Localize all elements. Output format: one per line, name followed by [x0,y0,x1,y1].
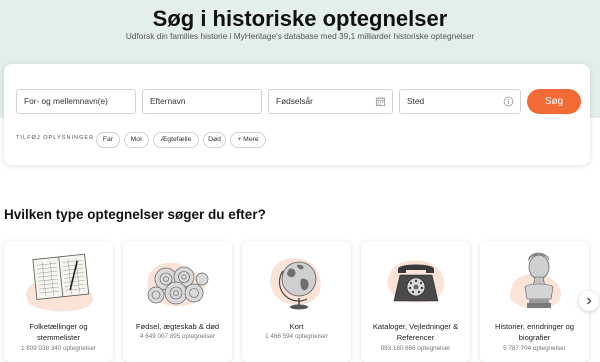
category-name: Folketællinger og stemmelister [29,322,88,342]
page-title: Søg i historiske optegnelser [152,6,448,31]
search-form: For- og mellemnavn(e) Efternavn Fødselså… [4,64,590,165]
category-card-birth-marriage-death[interactable]: Fødsel, ægteskab & død 4 649 007 895 opt… [123,241,232,362]
chip-father[interactable]: Far [96,132,120,148]
category-name: Historier, erindringer og biografier [495,322,574,342]
telephone-icon [387,260,445,303]
place-field[interactable]: Sted [399,89,521,114]
chevron-right-icon [587,297,592,305]
chip-death[interactable]: Død [203,132,226,148]
category-count: 1 466 594 optegnelser [265,333,328,340]
category-card-maps[interactable]: Kort 1 466 594 optegnelser [242,241,351,362]
bust-statue-icon [509,252,562,309]
chip-spouse[interactable]: Ægtefælle [153,132,199,148]
category-name: Kataloger, Vejledninger & Referencer [372,322,459,342]
calendar-icon[interactable] [375,96,386,107]
place-placeholder: Sted [407,96,425,106]
category-count: 5 787 704 optegnelser [503,345,566,352]
birth-year-placeholder: Fødselsår [276,96,313,106]
first-name-field[interactable]: For- og mellemnavn(e) [16,89,136,114]
chip-more[interactable]: + Mere [230,132,266,148]
census-book-icon [26,253,94,312]
info-icon[interactable] [503,96,514,107]
category-name: Fødsel, ægteskab & død [135,322,220,331]
birth-year-field[interactable]: Fødselsår [268,89,393,114]
categories-heading: Hvilken type optegnelser søger du efter? [4,207,266,222]
globe-icon [270,258,321,310]
roses-icon [147,262,209,307]
chip-mother[interactable]: Mor [124,132,149,148]
category-count: 993 180 666 optegnelser [380,345,451,352]
category-card-directories[interactable]: Kataloger, Vejledninger & Referencer 993… [361,241,470,362]
page-subtitle: Udforsk din families historie i MyHerita… [125,31,475,41]
category-count: 1 809 038 340 optegnelser [21,345,96,352]
add-info-label: TILFØJ OPLYSNINGER [16,135,95,141]
last-name-field[interactable]: Efternavn [142,89,262,114]
category-card-census[interactable]: Folketællinger og stemmelister 1 809 038… [4,241,113,362]
carousel-next-button[interactable] [579,291,599,311]
category-name: Kort [289,322,304,331]
category-count: 4 649 007 895 optegnelser [140,333,215,340]
category-card-stories[interactable]: Historier, erindringer og biografier 5 7… [480,241,589,362]
search-button[interactable]: Søg [527,89,581,114]
